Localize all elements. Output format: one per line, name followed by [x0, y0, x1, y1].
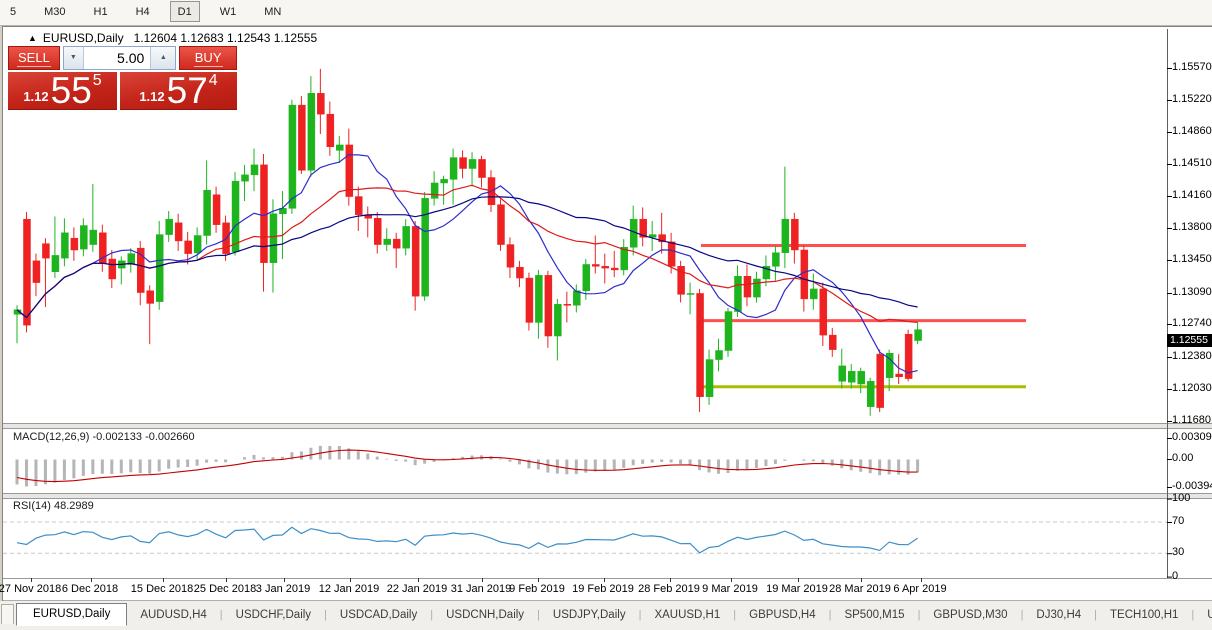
chart-tab-tech100-h1[interactable]: TECH100,H1: [1097, 604, 1191, 625]
price-axis-label: 1.14860: [1172, 125, 1212, 137]
current-price-tag: 1.12555: [1167, 334, 1212, 347]
chart-tab-usdcad-daily[interactable]: USDCAD,Daily: [327, 604, 430, 625]
buy-button-label: BUY: [193, 50, 223, 67]
date-axis-label: 6 Dec 2018: [61, 583, 119, 595]
rsi-scale-label: 100: [1172, 491, 1191, 504]
quote-symbol: EURUSD,Daily: [42, 31, 124, 45]
rsi-indicator-label: RSI(14) 48.2989: [13, 500, 94, 512]
date-axis-label: 19 Mar 2019: [766, 583, 828, 595]
volume-increase-button[interactable]: ▲: [150, 47, 176, 69]
date-axis-label: 28 Mar 2019: [829, 583, 891, 595]
price-axis-label: 1.12740: [1172, 317, 1212, 329]
macd-values: -0.002133 -0.002660: [92, 431, 195, 443]
date-axis-label: 6 Apr 2019: [893, 583, 947, 595]
timeframe-button-h1[interactable]: H1: [86, 1, 116, 22]
timeframe-button-m30[interactable]: M30: [36, 1, 73, 22]
price-axis-label: 1.14160: [1172, 189, 1212, 201]
date-axis-label: 25 Dec 2018: [193, 583, 257, 595]
quote-ohlc-values: 1.12604 1.12683 1.12543 1.12555: [133, 31, 318, 45]
mt4-workspace: 5 M30 H1 H4 D1 W1 MN ▲ EURUSD,Daily 1.12604 1.12…: [0, 0, 1212, 630]
price-axis-label: 1.13800: [1172, 221, 1212, 233]
chart-tab-eurusd-daily[interactable]: EURUSD,Daily: [16, 603, 128, 626]
date-axis-label: 27 Nov 2018: [0, 583, 62, 595]
rsi-scale-label: 0: [1172, 569, 1179, 582]
chart-tab-usdjpy-daily[interactable]: USDJPY,Daily: [540, 604, 639, 625]
quote-strip: ▲ EURUSD,Daily 1.12604 1.12683 1.12543 1.1…: [28, 31, 317, 45]
buy-button[interactable]: BUY: [179, 46, 237, 70]
timeframe-button-d1[interactable]: D1: [169, 1, 200, 22]
chart-tab-usdchf-daily[interactable]: USDCHF,Daily: [223, 604, 324, 625]
chart-tab-audusd-h4[interactable]: AUDUSD,H4: [127, 604, 219, 625]
chart-window: [2, 26, 1212, 601]
sell-price-pip: 5: [92, 72, 102, 89]
volume-input[interactable]: 5.00: [84, 47, 150, 69]
date-axis-label: 9 Feb 2019: [509, 583, 565, 595]
sell-price-big: 55: [50, 70, 92, 111]
timeframe-toolbar: 5 M30 H1 H4 D1 W1 MN: [0, 0, 1212, 26]
buy-price-big: 57: [166, 70, 208, 111]
date-axis-label: 15 Dec 2018: [130, 583, 194, 595]
macd-name: MACD(12,26,9): [13, 431, 90, 443]
date-axis-label: 12 Jan 2019: [318, 583, 380, 595]
sell-button[interactable]: SELL: [8, 46, 60, 70]
date-axis-label: 31 Jan 2019: [450, 583, 512, 595]
date-axis-label: 19 Feb 2019: [572, 583, 634, 595]
timeframe-button-h4[interactable]: H4: [128, 1, 158, 22]
chart-tab-gbpusd-m30[interactable]: GBPUSD,M30: [920, 604, 1020, 625]
price-axis-label: 1.12380: [1172, 350, 1212, 362]
timeframe-button-5[interactable]: 5: [2, 1, 24, 22]
buy-price-pip: 4: [208, 72, 218, 89]
chart-tab-bar: EURUSD,Daily AUDUSD,H4 | USDCHF,Daily | USDCA…: [0, 601, 1212, 630]
timeframe-button-w1[interactable]: W1: [212, 1, 245, 22]
macd-scale-label: 0.00: [1172, 452, 1194, 464]
macd-scale-label: -0.003947: [1172, 480, 1212, 492]
tab-bar-stub: [1, 604, 14, 624]
date-axis-label: 3 Jan 2019: [255, 583, 311, 595]
symbol-marker-icon: ▲: [28, 33, 37, 43]
volume-spinner: ▼ 5.00 ▲: [62, 46, 177, 70]
chart-tab-gbpusd-h4[interactable]: GBPUSD,H4: [736, 604, 828, 625]
rsi-value: 48.2989: [53, 500, 94, 512]
price-axis-label: 1.13090: [1172, 286, 1212, 298]
date-axis-label: 9 Mar 2019: [702, 583, 758, 595]
volume-decrease-button[interactable]: ▼: [63, 47, 84, 69]
price-axis-label: 1.11680: [1172, 414, 1211, 426]
price-axis-label: 1.14510: [1172, 157, 1212, 169]
timeframe-button-mn[interactable]: MN: [256, 1, 289, 22]
rsi-scale-label: 70: [1172, 515, 1185, 527]
price-axis-label: 1.15220: [1172, 93, 1212, 105]
one-click-trade-panel: SELL ▼ 5.00 ▲ BUY 1.12 55 5 1.12 57 4: [8, 46, 237, 110]
chart-tab-xauusd-h1[interactable]: XAUUSD,H1: [641, 604, 733, 625]
price-axis-label: 1.15570: [1172, 61, 1212, 73]
sell-price-prefix: 1.12: [23, 89, 49, 104]
sell-price-button[interactable]: 1.12 55 5: [8, 72, 117, 110]
sell-button-label: SELL: [17, 50, 51, 67]
chart-tab-usdcnh-daily[interactable]: USDCNH,Daily: [433, 604, 537, 625]
date-axis-label: 22 Jan 2019: [386, 583, 448, 595]
chart-tab-sp500-m15[interactable]: SP500,M15: [831, 604, 917, 625]
buy-price-prefix: 1.12: [139, 89, 165, 104]
chart-tab-dj30-h4[interactable]: DJ30,H4: [1023, 604, 1094, 625]
rsi-name: RSI(14): [13, 500, 51, 512]
date-axis-label: 28 Feb 2019: [638, 583, 700, 595]
macd-indicator-label: MACD(12,26,9) -0.002133 -0.002660: [13, 431, 195, 443]
price-chart-canvas[interactable]: [3, 27, 1212, 601]
price-axis-label: 1.13450: [1172, 253, 1212, 265]
macd-scale-label: 0.003095: [1172, 431, 1212, 443]
rsi-scale-label: 30: [1172, 546, 1185, 559]
price-axis-label: 1.12030: [1172, 382, 1212, 394]
chart-tab-uko[interactable]: UKO: [1194, 604, 1212, 625]
buy-price-button[interactable]: 1.12 57 4: [120, 72, 237, 110]
